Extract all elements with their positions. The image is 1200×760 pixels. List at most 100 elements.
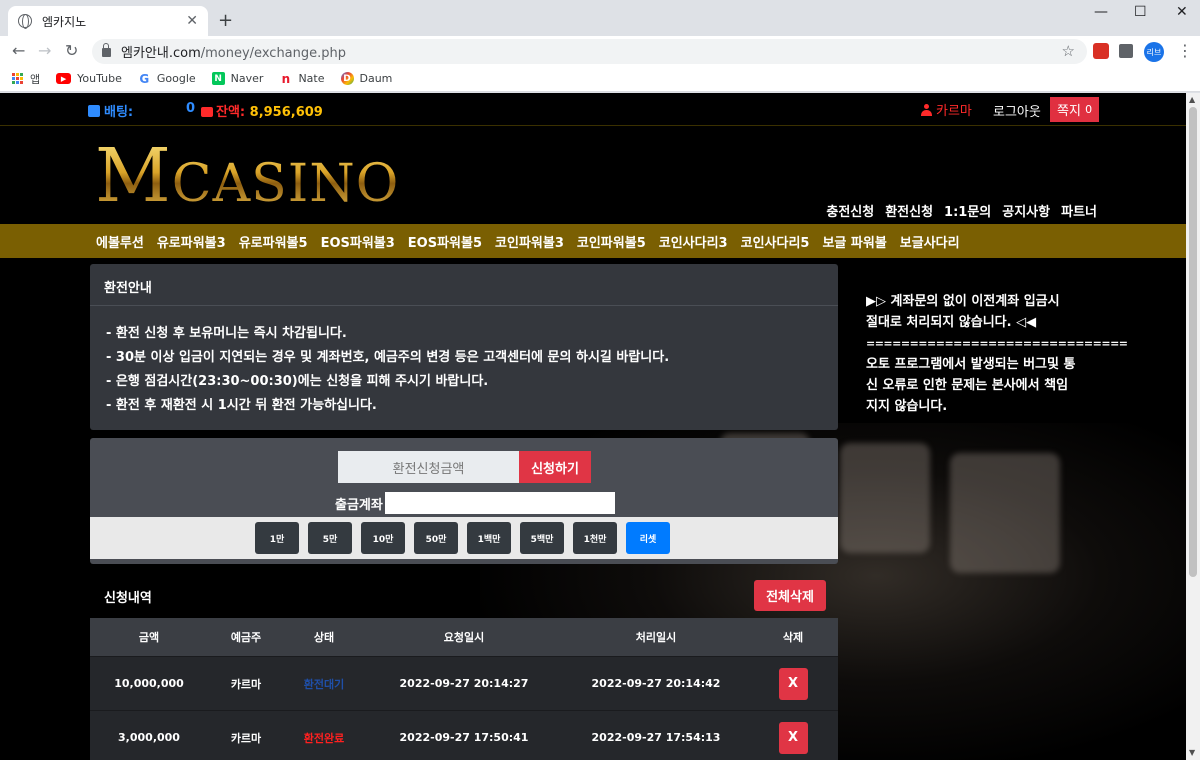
nav-item[interactable]: 보글사다리 [900,232,960,251]
bookmark-google[interactable]: G Google [137,71,196,86]
bookmark-star-icon[interactable]: ☆ [1062,42,1075,60]
link-withdraw[interactable]: 환전신청 [885,201,933,220]
bookmark-nate[interactable]: n Nate [279,72,325,86]
table-row: 3,000,000 카르마 환전완료 2022-09-27 17:50:41 2… [90,710,838,760]
balance: 잔액: 8,956,609 [201,101,323,120]
messages-button[interactable]: 쪽지 0 [1050,97,1100,122]
reset-button[interactable]: 리셋 [626,522,670,554]
amount-input[interactable]: 환전신청금액 [338,451,519,483]
link-deposit[interactable]: 충전신청 [826,201,874,220]
table-row: 10,000,000 카르마 환전대기 2022-09-27 20:14:27 … [90,656,838,710]
close-icon[interactable]: ✕ [186,13,198,29]
apply-button[interactable]: 신청하기 [519,451,591,483]
bookmark-apps[interactable]: 앱 [12,71,40,87]
guide-title: 환전안내 [90,264,838,306]
user-icon [921,104,932,116]
guide-line: - 환전 신청 후 보유머니는 즉시 차감됩니다. [106,326,347,341]
guide-list: - 환전 신청 후 보유머니는 즉시 차감됩니다. - 30분 이상 입금이 지… [90,306,838,434]
nav-item[interactable]: 에볼루션 [96,232,144,251]
quick-amount-button[interactable]: 1천만 [573,522,617,554]
amount-row: 환전신청금액 신청하기 [338,451,591,483]
username[interactable]: 카르마 [921,100,972,119]
delete-row-button[interactable]: X [778,721,808,754]
window-close-icon[interactable]: ✕ [1176,4,1188,20]
menu-kebab-icon[interactable]: ⋮ [1177,41,1193,60]
tab-title: 엠카지노 [42,14,87,29]
guide-line: - 30분 이상 입금이 지연되는 경우 및 계좌번호, 예금주의 변경 등은 … [106,350,670,365]
status-badge: 환전완료 [303,731,345,745]
quick-amount-bar: 1만 5만 10만 50만 1백만 5백만 1천만 리셋 [90,517,838,559]
coins-icon [201,107,213,117]
game-nav: 에볼루션 유로파워볼3 유로파워볼5 EOS파워볼3 EOS파워볼5 코인파워볼… [0,224,1186,258]
scroll-up-icon[interactable]: ▲ [1189,95,1195,104]
betslip-icon [88,105,100,117]
bookmark-daum[interactable]: D Daum [340,72,392,85]
nav-item[interactable]: EOS파워볼3 [321,232,395,251]
history-title: 신청내역 [104,591,152,606]
account-label: 출금계좌 [335,497,383,513]
url-text: 엠카안내.com/money/exchange.php [121,46,347,61]
nav-item[interactable]: 코인파워볼3 [495,232,564,251]
profile-avatar[interactable]: 리브 [1144,42,1164,62]
browser-tab[interactable]: 엠카지노 ✕ [8,6,208,36]
site-logo[interactable]: MCASINO [95,139,399,213]
page-scrollbar[interactable]: ▲ ▼ [1186,93,1200,760]
page-viewport: 배팅: 0 잔액: 8,956,609 카르마 로그아웃 쪽지 0 MCASIN… [0,93,1186,760]
scroll-down-icon[interactable]: ▼ [1189,748,1195,757]
header-links: 충전신청 환전신청 1:1문의 공지사항 파트너 [826,201,1097,220]
link-inquiry[interactable]: 1:1문의 [944,201,991,220]
nav-item[interactable]: 유로파워볼3 [157,232,226,251]
nav-item[interactable]: 코인사다리5 [741,232,810,251]
bookmark-naver[interactable]: N Naver [211,72,263,85]
puzzle-extension-icon[interactable] [1119,44,1133,58]
link-notice[interactable]: 공지사항 [1002,201,1050,220]
logout-link[interactable]: 로그아웃 [993,101,1041,120]
minimize-icon[interactable]: — [1094,4,1108,20]
quick-amount-button[interactable]: 5만 [308,522,352,554]
bet-label: 배팅: [88,101,133,120]
lock-icon [102,43,111,57]
nav-item[interactable]: 코인파워볼5 [577,232,646,251]
nav-item[interactable]: EOS파워볼5 [408,232,482,251]
youtube-icon: ▶ [56,73,72,84]
account-input[interactable] [384,492,615,514]
quick-amount-button[interactable]: 50만 [414,522,458,554]
quick-amount-button[interactable]: 5백만 [520,522,564,554]
bet-value: 0 [186,101,196,116]
bookmarks-bar: 앱 ▶ YouTube G Google N Naver n Nate D Da… [0,66,1200,92]
side-notice: ▶▷ 계좌문의 없이 이전계좌 입금시 절대로 처리되지 않습니다. ◁◀ ==… [866,294,1128,414]
quick-amount-button[interactable]: 1백만 [467,522,511,554]
reload-icon[interactable]: ↻ [65,41,78,60]
exchange-form: 환전신청금액 신청하기 출금계좌 1만 5만 10만 50만 1백만 5백만 1… [90,438,838,564]
browser-tab-bar: 엠카지노 ✕ + — ☐ ✕ [0,0,1200,36]
nav-item[interactable]: 코인사다리3 [659,232,728,251]
back-icon[interactable]: ← [12,41,25,60]
naver-icon: N [211,72,225,85]
bookmark-youtube[interactable]: ▶ YouTube [56,72,122,85]
address-bar[interactable]: 엠카안내.com/money/exchange.php ☆ [92,39,1087,64]
guide-line: - 환전 후 재환전 시 1시간 뒤 환전 가능하십니다. [106,398,377,413]
link-partner[interactable]: 파트너 [1061,201,1097,220]
quick-amount-button[interactable]: 1만 [255,522,299,554]
nav-item[interactable]: 보글 파워볼 [822,232,886,251]
account-row: 출금계좌 [335,492,615,514]
maximize-icon[interactable]: ☐ [1134,4,1147,20]
delete-row-button[interactable]: X [778,667,808,700]
apps-icon [12,72,24,85]
delete-all-button[interactable]: 전체삭제 [754,580,826,611]
scroll-thumb[interactable] [1189,107,1197,577]
site-header: MCASINO 충전신청 환전신청 1:1문의 공지사항 파트너 [0,127,1186,224]
forward-icon[interactable]: → [38,41,51,60]
pdf-extension-icon[interactable] [1093,43,1109,59]
nav-item[interactable]: 유로파워볼5 [239,232,308,251]
globe-icon [18,14,32,29]
guide-line: - 은행 점검시간(23:30~00:30)에는 신청을 피해 주시기 바랍니다… [106,374,489,389]
exchange-guide-panel: 환전안내 - 환전 신청 후 보유머니는 즉시 차감됩니다. - 30분 이상 … [90,264,838,430]
status-badge: 환전대기 [303,677,345,691]
history-table: 금액 예금주 상태 요청일시 처리일시 삭제 10,000,000 카르마 환전… [90,618,838,760]
account-strip: 배팅: 0 잔액: 8,956,609 카르마 로그아웃 쪽지 0 [0,93,1186,126]
google-icon: G [137,71,151,86]
new-tab-icon[interactable]: + [218,10,233,31]
quick-amount-button[interactable]: 10만 [361,522,405,554]
daum-icon: D [340,72,354,85]
